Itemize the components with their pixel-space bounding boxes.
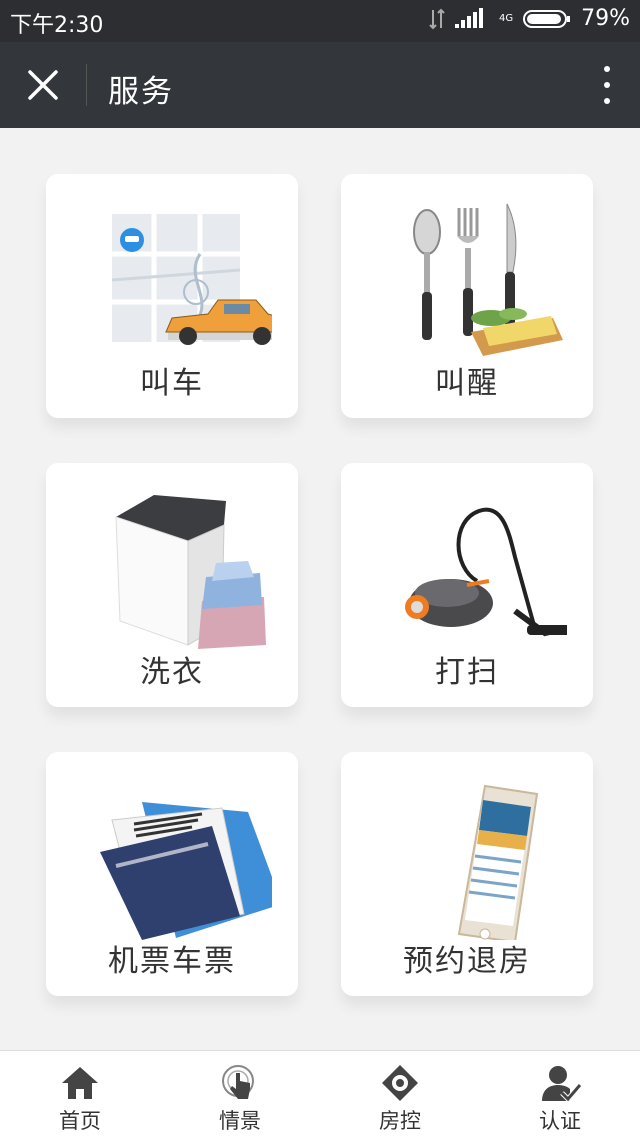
nav-bar: 服务 [0,42,640,128]
network-type: 4G [498,12,514,24]
service-label: 叫醒 [435,366,499,401]
service-card-checkout[interactable]: 预约退房 [341,752,593,996]
tab-label: 房控 [379,1109,421,1133]
battery-percent: 79% [581,6,630,31]
verified-user-icon [542,1066,582,1103]
service-label: 洗衣 [140,655,204,690]
battery-icon [523,9,571,28]
service-card-tickets[interactable]: 机票车票 [46,752,298,996]
signal-icon [454,7,483,28]
service-label: 叫车 [140,366,204,401]
tab-label: 情景 [219,1109,261,1133]
nav-divider [86,64,87,106]
close-icon[interactable] [22,64,64,106]
tab-verify[interactable]: 认证 [480,1051,640,1138]
service-label: 预约退房 [403,944,531,979]
service-label: 打扫 [435,655,499,690]
cutlery-icon [413,203,563,356]
tab-label: 认证 [539,1109,581,1133]
tab-scene[interactable]: 情景 [160,1051,320,1138]
washing-machine-icon [115,495,266,649]
service-label: 机票车票 [108,944,236,979]
service-card-wakeup[interactable]: 叫醒 [341,174,593,418]
room-control-icon [382,1065,418,1101]
status-icons: 4G 79% [429,6,630,31]
vacuum-cleaner-icon [405,507,567,637]
data-transfer-icon [429,8,445,29]
smartphone-icon [457,784,539,940]
tab-home[interactable]: 首页 [0,1051,160,1138]
home-icon [62,1067,98,1099]
service-card-laundry[interactable]: 洗衣 [46,463,298,707]
service-card-taxi[interactable]: 叫车 [46,174,298,418]
status-time: 下午2:30 [10,13,104,38]
touch-icon [222,1065,254,1099]
taxi-map-icon [111,214,272,345]
more-icon[interactable] [602,66,612,104]
passport-ticket-icon [100,802,272,940]
tab-label: 首页 [59,1109,101,1133]
page-title: 服务 [108,74,174,110]
bottom-tab-bar: 首页 情景 房控 认证 [0,1050,640,1138]
status-bar: 下午2:30 4G 79% [0,0,640,42]
tab-room-control[interactable]: 房控 [320,1051,480,1138]
service-card-cleaning[interactable]: 打扫 [341,463,593,707]
